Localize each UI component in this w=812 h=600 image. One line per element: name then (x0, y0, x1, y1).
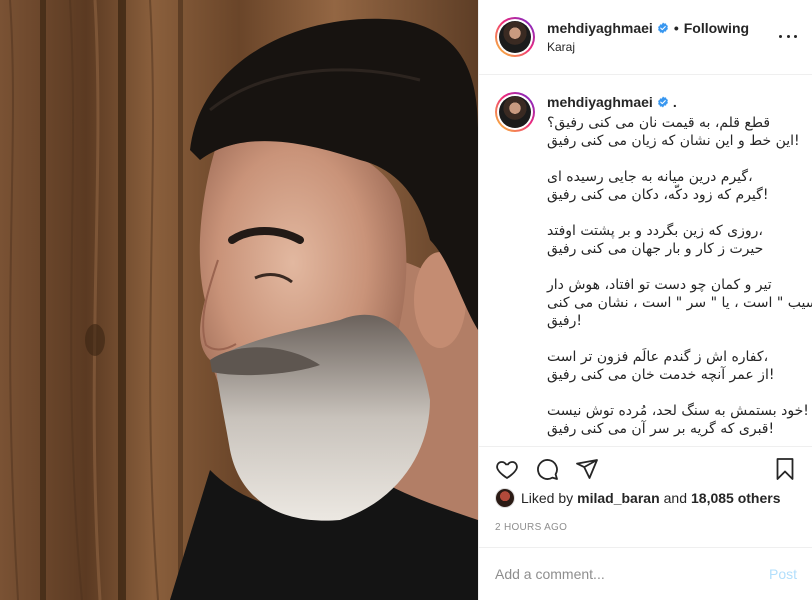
bookmark-icon[interactable] (773, 457, 797, 481)
caption-stanza: روزی که زین بگردد و بر پشتت اوفتد، حیرت … (547, 222, 797, 258)
caption-line: گیرم درین میانه به جایی رسیده ای، (547, 169, 753, 185)
caption-line: گیرم که زود دکّه، دکان می کنی رفیق! (547, 187, 769, 203)
comment-bubble-icon[interactable] (535, 457, 559, 481)
caption-line: قبری که گریه بر سر آن می کنی رفیق! (547, 421, 775, 437)
caption-stanza: قطع قلم، به قیمت نان می کنی رفیق؟ این خط… (547, 114, 800, 150)
more-dot (779, 34, 782, 38)
more-dot (794, 34, 797, 38)
caption-line: روزی که زین بگردد و بر پشتت اوفتد، (547, 223, 763, 239)
caption-stanza: خود بستمش به سنگ لحد، مُرده توش نیست! قب… (547, 402, 809, 438)
post-panel: mehdiyaghmaei • Following Karaj mehdiyag… (478, 0, 812, 600)
caption-line: سیب " است ، یا " سر " است ، نشان می کنی … (547, 295, 812, 311)
heart-icon[interactable] (495, 457, 519, 481)
comment-input[interactable] (495, 566, 761, 582)
likes-prefix: Liked by (521, 490, 574, 506)
likes-count[interactable]: 18,085 others (691, 490, 781, 506)
avatar-image (499, 96, 531, 128)
author-row: mehdiyaghmaei • Following (547, 20, 749, 36)
caption-line: قطع قلم، به قیمت نان می کنی رفیق؟ (547, 115, 771, 131)
caption-stanza: کفاره اش ز گندم عالَم فزون تر است، از عم… (547, 348, 797, 384)
paper-plane-icon[interactable] (575, 457, 599, 481)
caption-line: رفیق! (547, 313, 582, 329)
more-dot (786, 34, 790, 38)
caption-line: کفاره اش ز گندم عالَم فزون تر است، (547, 349, 769, 365)
verified-badge-icon (657, 22, 668, 34)
author-avatar[interactable] (495, 17, 535, 57)
avatar-frame (497, 94, 533, 130)
likes-connector: and (663, 490, 687, 506)
separator-dot: • (673, 20, 679, 36)
caption-line: تیر و کمان چو دست تو افتاد، هوش دار (547, 277, 772, 293)
author-info: mehdiyaghmaei • Following Karaj (547, 20, 749, 54)
photo-illustration (0, 0, 478, 600)
caption-line: این خط و این نشان که زیان می کنی رفیق! (547, 133, 800, 149)
liker-avatar[interactable] (495, 488, 515, 508)
caption-line: خود بستمش به سنگ لحد، مُرده توش نیست! (547, 403, 809, 419)
caption-user-row: mehdiyaghmaei . (547, 94, 677, 110)
caption-username[interactable]: mehdiyaghmaei (547, 94, 653, 110)
caption-stanza: تیر و کمان چو دست تو افتاد، هوش دار سیب … (547, 276, 812, 330)
author-username[interactable]: mehdiyaghmaei (547, 20, 653, 36)
post-photo[interactable] (0, 0, 478, 600)
post-comment-button[interactable]: Post (769, 566, 797, 582)
post-timestamp[interactable]: 2 HOURS AGO (495, 522, 567, 533)
caption-text: قطع قلم، به قیمت نان می کنی رفیق؟ این خط… (547, 114, 812, 438)
caption-line: حیرت ز کار و بار جهان می کنی رفیق (547, 241, 764, 257)
caption-section: mehdiyaghmaei . قطع قلم، به قیمت نان می … (479, 76, 812, 446)
caption-line: از عمر آنچه خدمت خان می کنی رفیق! (547, 367, 775, 383)
caption-avatar[interactable] (495, 92, 535, 132)
following-button[interactable]: Following (684, 20, 749, 36)
avatar-image (499, 21, 531, 53)
action-bar (479, 446, 812, 490)
post-header: mehdiyaghmaei • Following Karaj (479, 0, 812, 75)
avatar-frame (497, 19, 533, 55)
caption-stanza: گیرم درین میانه به جایی رسیده ای، گیرم ک… (547, 168, 797, 204)
more-options-icon[interactable] (776, 26, 800, 46)
liker-username[interactable]: milad_baran (577, 490, 659, 506)
caption-trailing: . (672, 94, 677, 110)
comment-form: Post (479, 547, 812, 600)
verified-badge-icon (657, 96, 668, 108)
post-location[interactable]: Karaj (547, 40, 749, 54)
likes-summary: Liked by milad_baran and 18,085 others (495, 488, 781, 508)
